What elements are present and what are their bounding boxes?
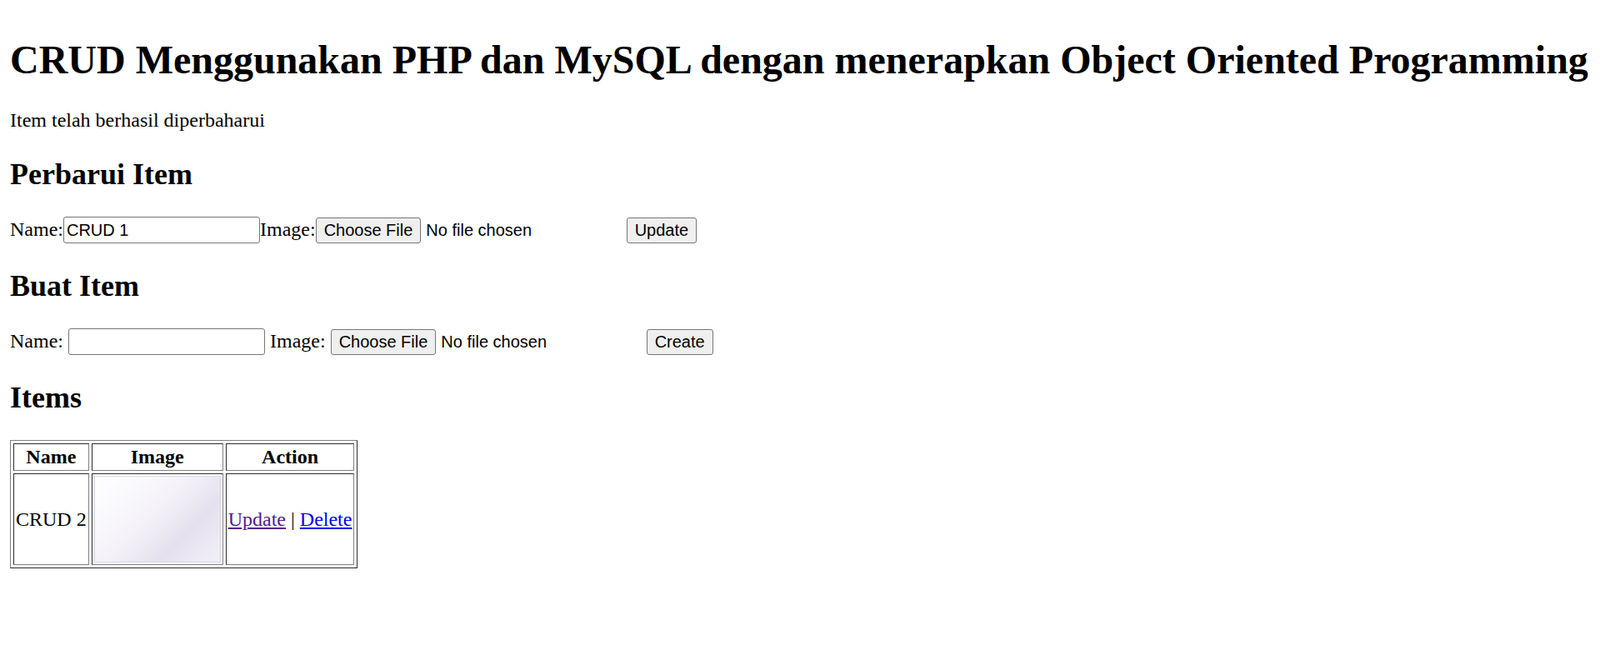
update-link[interactable]: Update	[228, 508, 286, 530]
status-message: Item telah berhasil diperbaharui	[10, 109, 1590, 132]
update-form: Name:Image:Choose FileNo file chosenUpda…	[10, 216, 1590, 244]
delete-link[interactable]: Delete	[300, 508, 353, 530]
file-input[interactable]: Choose FileNo file chosen	[330, 329, 642, 355]
action-cell: Update | Delete	[225, 473, 355, 565]
items-table: NameImageAction CRUD 2 Update | Delete	[10, 440, 358, 569]
create-button[interactable]: Create	[646, 329, 714, 355]
image-label: Image:	[260, 218, 316, 240]
choose-file-button[interactable]: Choose File	[330, 329, 437, 355]
name-label: Name:	[10, 330, 64, 352]
update-button[interactable]: Update	[626, 217, 698, 244]
link-label: Delete	[300, 508, 353, 530]
column-header: Action	[225, 443, 355, 471]
image-cell	[91, 473, 224, 565]
page-title: CRUD Menggunakan PHP dan MySQL dengan me…	[10, 36, 1590, 83]
create-heading: Buat Item	[10, 268, 1590, 304]
link-label: Update	[228, 508, 286, 530]
item-name: CRUD 2	[13, 473, 90, 565]
update-heading: Perbarui Item	[10, 156, 1590, 192]
image-label: Image:	[270, 330, 326, 352]
name-input[interactable]	[68, 328, 265, 355]
file-input[interactable]: Choose FileNo file chosen	[315, 217, 627, 244]
name-label: Name:	[10, 218, 64, 240]
create-form: Name:Image:Choose FileNo file chosenCrea…	[10, 328, 1590, 355]
file-status: No file chosen	[440, 332, 547, 351]
action-separator: |	[290, 508, 295, 530]
header-row: NameImageAction	[13, 443, 355, 471]
file-status: No file chosen	[425, 220, 532, 240]
table-row: CRUD 2 Update | Delete	[13, 473, 355, 565]
name-input[interactable]	[63, 216, 260, 244]
item-image	[94, 475, 221, 563]
column-header: Name	[13, 443, 90, 471]
choose-file-button[interactable]: Choose File	[315, 217, 422, 244]
items-heading: Items	[10, 380, 1590, 415]
column-header: Image	[91, 443, 224, 471]
